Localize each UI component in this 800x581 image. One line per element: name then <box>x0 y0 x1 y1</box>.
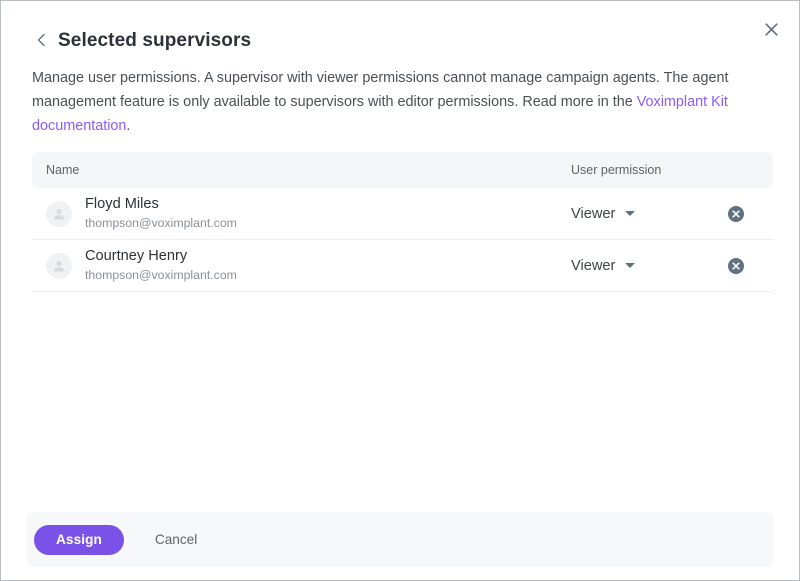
table-row: Courtney Henry thompson@voximplant.com V… <box>32 240 773 292</box>
user-name: Floyd Miles <box>85 196 159 212</box>
cancel-button[interactable]: Cancel <box>149 525 203 555</box>
permission-dropdown[interactable]: Viewer <box>571 257 636 274</box>
table-row: Floyd Miles thompson@voximplant.com View… <box>32 188 773 240</box>
permission-value: Viewer <box>571 257 616 274</box>
user-email: thompson@voximplant.com <box>85 216 237 230</box>
remove-circle-icon[interactable] <box>727 257 745 275</box>
person-icon <box>53 208 65 219</box>
avatar <box>46 252 72 279</box>
page-title: Selected supervisors <box>58 30 252 51</box>
description-text-part1: Manage user permissions. A supervisor wi… <box>32 70 729 110</box>
table-header-row: Name User permission <box>32 152 773 188</box>
user-email: thompson@voximplant.com <box>85 268 237 282</box>
chevron-down-icon <box>625 211 636 216</box>
dialog-header: Selected supervisors <box>1 1 799 63</box>
supervisors-table: Name User permission Floyd Miles thompso… <box>32 152 773 292</box>
dialog-footer: Assign Cancel <box>26 512 774 567</box>
description-text-part2: . <box>126 118 131 134</box>
user-cell: Floyd Miles thompson@voximplant.com <box>32 195 562 232</box>
user-cell: Courtney Henry thompson@voximplant.com <box>32 247 562 284</box>
assign-button[interactable]: Assign <box>34 524 124 555</box>
dialog-description: Manage user permissions. A supervisor wi… <box>32 66 772 138</box>
person-icon <box>53 260 65 271</box>
permission-value: Viewer <box>571 205 616 222</box>
chevron-left-icon[interactable] <box>34 32 50 48</box>
user-info: Floyd Miles thompson@voximplant.com <box>85 195 237 232</box>
chevron-down-icon <box>625 263 636 268</box>
user-info: Courtney Henry thompson@voximplant.com <box>85 247 237 284</box>
permission-dropdown[interactable]: Viewer <box>571 205 636 222</box>
dialog-window: Selected supervisors Manage user permiss… <box>0 0 800 581</box>
remove-circle-icon[interactable] <box>727 205 745 223</box>
avatar <box>46 200 72 227</box>
user-name: Courtney Henry <box>85 248 188 264</box>
column-header-name: Name <box>46 163 80 177</box>
column-header-permission: User permission <box>571 163 662 177</box>
close-icon[interactable] <box>759 17 783 41</box>
